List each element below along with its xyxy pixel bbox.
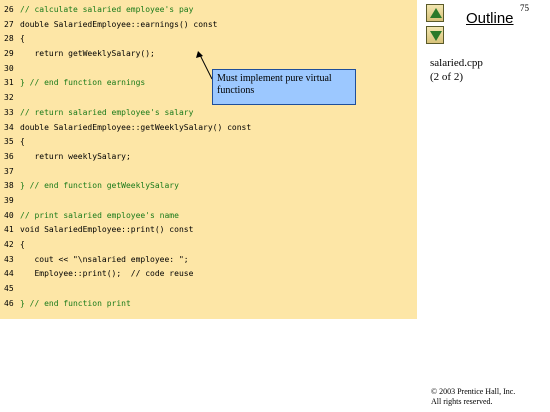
code-text: return getWeeklySalary(); xyxy=(20,49,155,59)
line-number: 35 xyxy=(4,137,14,147)
callout-note: Must implement pure virtual functions xyxy=(212,69,356,105)
line-number: 32 xyxy=(4,93,14,103)
line-number: 27 xyxy=(4,19,14,29)
code-line: 29 return getWeeklySalary(); xyxy=(4,47,251,62)
code-line: 37 xyxy=(4,165,251,180)
line-number: 45 xyxy=(4,284,14,294)
code-line: 36 return weeklySalary; xyxy=(4,150,251,165)
code-text: void SalariedEmployee::print() const xyxy=(20,225,194,235)
code-line: 39 xyxy=(4,194,251,209)
code-text: cout << "\nsalaried employee: "; xyxy=(20,254,189,264)
code-text: } // end function print xyxy=(20,298,131,308)
line-number: 26 xyxy=(4,5,14,14)
outline-link[interactable]: Outline xyxy=(466,10,514,27)
copyright-line: © 2003 Prentice Hall, Inc. xyxy=(431,387,516,396)
code-text: // print salaried employee's name xyxy=(20,210,179,220)
code-line: 26 // calculate salaried employee's pay xyxy=(4,3,251,18)
code-text: return weeklySalary; xyxy=(20,151,131,161)
line-number: 39 xyxy=(4,195,14,205)
code-line: 42 { xyxy=(4,238,251,253)
copyright-notice: © 2003 Prentice Hall, Inc. All rights re… xyxy=(431,387,515,407)
code-panel: 26 // calculate salaried employee's pay 27… xyxy=(0,0,417,319)
line-number: 40 xyxy=(4,210,14,220)
code-line: 45 xyxy=(4,282,251,297)
line-number: 34 xyxy=(4,122,14,132)
code-text: double SalariedEmployee::earnings() cons… xyxy=(20,19,218,29)
code-line: 33 // return salaried employee's salary xyxy=(4,106,251,121)
code-listing: 26 // calculate salaried employee's pay 27… xyxy=(4,3,251,311)
code-line: 34 double SalariedEmployee::getWeeklySala… xyxy=(4,121,251,136)
line-number: 36 xyxy=(4,151,14,161)
code-text: // return salaried employee's salary xyxy=(20,107,194,117)
previous-slide-button[interactable] xyxy=(426,4,444,22)
line-number: 30 xyxy=(4,63,14,73)
code-line: 35 { xyxy=(4,135,251,150)
file-label: salaried.cpp (2 of 2) xyxy=(430,56,483,84)
code-text: // calculate salaried employee's pay xyxy=(20,5,194,14)
next-slide-button[interactable] xyxy=(426,26,444,44)
code-line: 40 // print salaried employee's name xyxy=(4,209,251,224)
line-number: 31 xyxy=(4,78,14,88)
line-number: 46 xyxy=(4,298,14,308)
code-line: 38 } // end function getWeeklySalary xyxy=(4,179,251,194)
page-number: 75 xyxy=(520,3,529,13)
code-line: 28 { xyxy=(4,32,251,47)
line-number: 28 xyxy=(4,34,14,44)
code-text: Employee::print(); // code reuse xyxy=(20,269,194,279)
line-number: 43 xyxy=(4,254,14,264)
line-number: 37 xyxy=(4,166,14,176)
line-number: 44 xyxy=(4,269,14,279)
code-text: { xyxy=(20,137,25,147)
code-text: { xyxy=(20,34,25,44)
code-text: double SalariedEmployee::getWeeklySalary… xyxy=(20,122,252,132)
code-line: 41 void SalariedEmployee::print() const xyxy=(4,223,251,238)
line-number: 29 xyxy=(4,49,14,59)
code-text: } // end function getWeeklySalary xyxy=(20,181,179,191)
code-line: 44 Employee::print(); // code reuse xyxy=(4,267,251,282)
code-text: } // end function earnings xyxy=(20,78,146,88)
file-name: salaried.cpp xyxy=(430,57,483,69)
rights-line: All rights reserved. xyxy=(431,397,493,406)
code-line: 43 cout << "\nsalaried employee: "; xyxy=(4,253,251,268)
page-info: (2 of 2) xyxy=(430,71,463,83)
line-number: 33 xyxy=(4,107,14,117)
arrow-up-icon xyxy=(430,8,442,18)
code-line: 27 double SalariedEmployee::earnings() co… xyxy=(4,18,251,33)
line-number: 42 xyxy=(4,240,14,249)
arrow-down-icon xyxy=(430,31,442,41)
code-line: 46 } // end function print xyxy=(4,297,251,312)
code-text: { xyxy=(20,240,25,249)
line-number: 41 xyxy=(4,225,14,235)
line-number: 38 xyxy=(4,181,14,191)
